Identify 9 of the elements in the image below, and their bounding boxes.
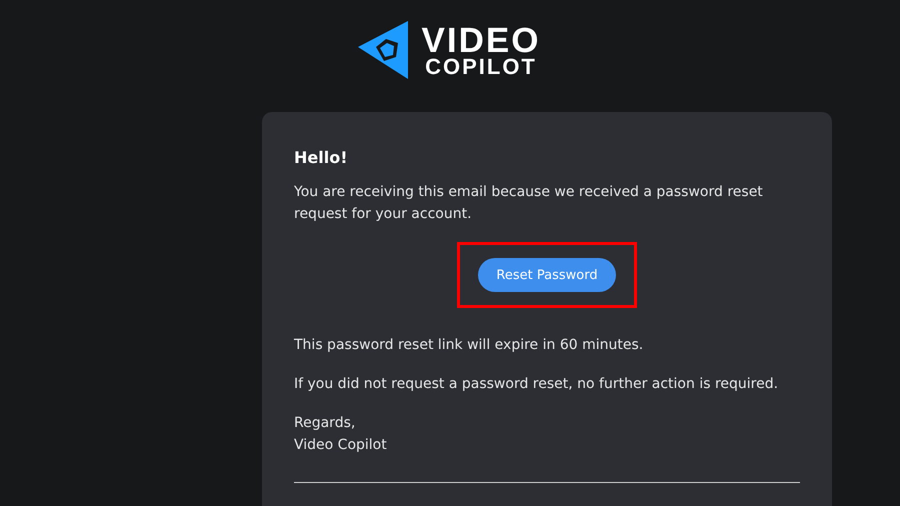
signature-text: Video Copilot <box>294 436 388 455</box>
closing-text: Regards, <box>294 414 356 433</box>
logo-text: VIDEO <box>422 22 540 58</box>
intro-text: You are receiving this email because we received a password reset request for your account. <box>294 183 764 224</box>
body-text: This password reset link will expire in 60 minutes. <box>294 336 644 355</box>
logo-text: COPILOT <box>425 56 537 78</box>
greeting: Hello! <box>294 147 348 169</box>
reset-password-button[interactable]: Reset Password <box>478 258 616 292</box>
body-text: If you did not request a password reset, no further action is required. <box>294 375 780 394</box>
